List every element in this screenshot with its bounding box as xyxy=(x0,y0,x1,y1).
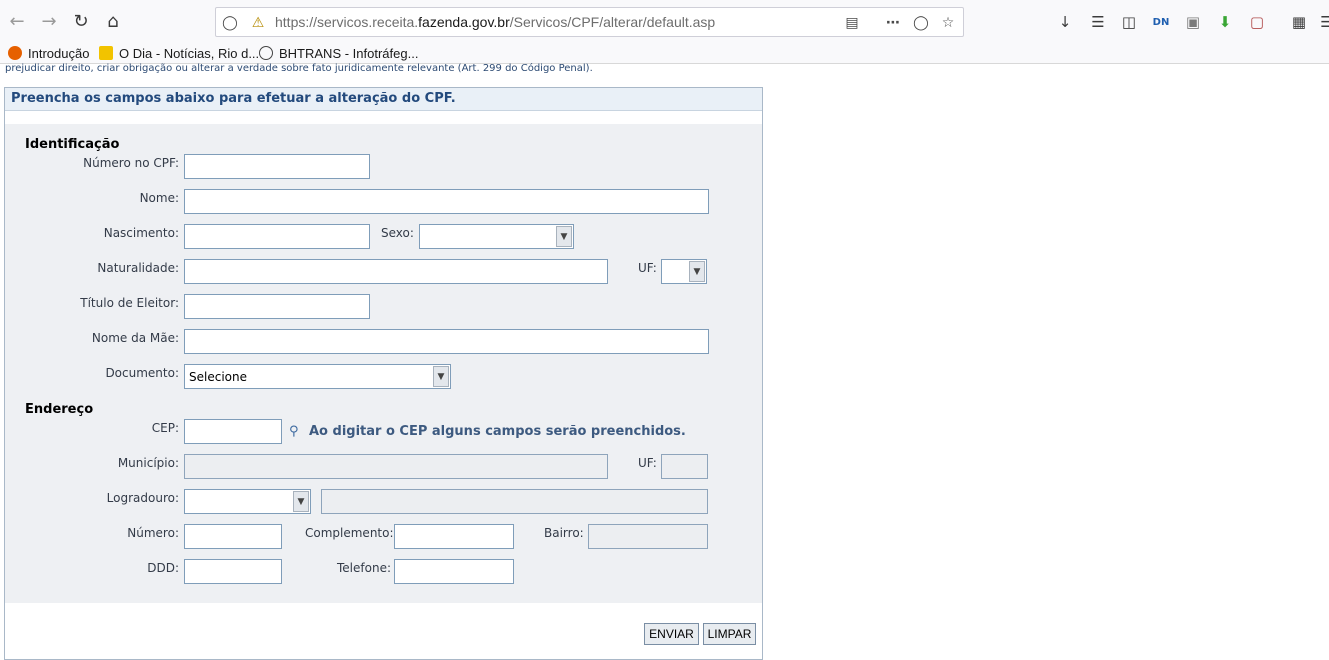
ddd-input[interactable] xyxy=(184,559,282,584)
ddd-label: DDD: xyxy=(147,561,179,575)
library-icon[interactable]: ☰ xyxy=(1087,11,1109,33)
url-text[interactable]: https://servicos.receita.fazenda.gov.br/… xyxy=(275,14,715,30)
forward-arrow-icon[interactable]: → xyxy=(36,8,62,34)
bookmark-bhtrans[interactable]: BHTRANS - Infotráfeg... xyxy=(259,44,418,62)
enviar-button[interactable]: ENVIAR xyxy=(644,623,699,645)
bookmark-star-icon[interactable]: ☆ xyxy=(938,13,958,33)
menu-icon[interactable]: ☰ xyxy=(1316,11,1329,33)
form-panel: Preencha os campos abaixo para efetuar a… xyxy=(4,87,763,660)
sidebar-icon[interactable]: ◫ xyxy=(1118,11,1140,33)
form-area: Identificação Número no CPF: Nome: Nasci… xyxy=(5,124,762,603)
sexo-label: Sexo: xyxy=(381,226,414,240)
municipio-label: Município: xyxy=(117,456,179,470)
more-actions-icon[interactable]: ⋯ xyxy=(883,13,903,33)
naturalidade-input[interactable] xyxy=(184,259,608,284)
panel-title: Preencha os campos abaixo para efetuar a… xyxy=(5,88,762,111)
numero-label: Número: xyxy=(127,526,179,540)
cpf-label: Número no CPF: xyxy=(83,156,179,170)
back-arrow-icon[interactable]: ← xyxy=(4,8,30,34)
extension-bag-icon[interactable]: ▣ xyxy=(1182,11,1204,33)
nascimento-input[interactable] xyxy=(184,224,370,249)
extension-icon[interactable]: ▢ xyxy=(1246,11,1268,33)
chevron-down-icon: ▼ xyxy=(689,261,705,282)
magnifier-icon[interactable]: ⚲ xyxy=(289,424,299,439)
complemento-label: Complemento: xyxy=(305,526,394,540)
limpar-button[interactable]: LIMPAR xyxy=(703,623,756,645)
telefone-input[interactable] xyxy=(394,559,514,584)
documento-value: Selecione xyxy=(189,370,247,384)
telefone-label: Telefone: xyxy=(337,561,391,575)
chevron-down-icon: ▼ xyxy=(556,226,572,247)
endereco-uf-input xyxy=(661,454,708,479)
naturalidade-uf-label: UF: xyxy=(638,261,657,275)
extensions-menu-icon[interactable]: ▦ xyxy=(1288,11,1310,33)
municipio-input xyxy=(184,454,608,479)
endereco-uf-label: UF: xyxy=(638,456,657,470)
shield-icon[interactable]: ◯ xyxy=(220,13,240,33)
naturalidade-label: Naturalidade: xyxy=(97,261,179,275)
cpf-input[interactable] xyxy=(184,154,370,179)
nome-mae-input[interactable] xyxy=(184,329,709,354)
reader-view-icon[interactable]: ▤ xyxy=(842,13,862,33)
download-helper-icon[interactable]: ⬇ xyxy=(1214,11,1236,33)
titulo-eleitor-label: Título de Eleitor: xyxy=(80,296,179,310)
bookmark-introducao[interactable]: Introdução xyxy=(8,44,89,62)
chevron-down-icon: ▼ xyxy=(293,491,309,512)
nome-input[interactable] xyxy=(184,189,709,214)
numero-input[interactable] xyxy=(184,524,282,549)
section-endereco: Endereço xyxy=(25,402,94,417)
bairro-input xyxy=(588,524,708,549)
insecure-lock-icon[interactable]: ⚠ xyxy=(248,13,268,33)
documento-label: Documento: xyxy=(105,366,179,380)
bookmark-label: BHTRANS - Infotráfeg... xyxy=(279,45,419,61)
section-identificacao: Identificação xyxy=(25,137,120,152)
documento-select[interactable]: Selecione ▼ xyxy=(184,364,451,389)
bairro-label: Bairro: xyxy=(544,526,584,540)
reload-icon[interactable]: ↻ xyxy=(68,8,94,34)
download-icon[interactable]: ↓ xyxy=(1054,11,1076,33)
logradouro-type-select[interactable]: ▼ xyxy=(184,489,311,514)
logradouro-input xyxy=(321,489,708,514)
cep-hint: Ao digitar o CEP alguns campos serão pre… xyxy=(309,424,686,439)
o-dia-icon xyxy=(99,46,113,60)
bookmark-o-dia[interactable]: O Dia - Notícias, Rio d... xyxy=(99,44,259,62)
home-icon[interactable]: ⌂ xyxy=(100,8,126,34)
complemento-input[interactable] xyxy=(394,524,514,549)
browser-toolbar: ← → ↻ ⌂ ◯ ⚠ https://servicos.receita.faz… xyxy=(0,0,1329,42)
naturalidade-uf-select[interactable]: ▼ xyxy=(661,259,707,284)
pocket-icon[interactable]: ◯ xyxy=(911,13,931,33)
dn-extension-icon[interactable]: DN xyxy=(1150,11,1172,33)
bookmarks-bar: Introdução O Dia - Notícias, Rio d... BH… xyxy=(0,42,1329,64)
globe-icon xyxy=(259,46,273,60)
nascimento-label: Nascimento: xyxy=(103,226,179,240)
legal-warning-text: prejudicar direito, criar obrigação ou a… xyxy=(5,63,593,74)
address-bar[interactable]: ◯ ⚠ https://servicos.receita.fazenda.gov… xyxy=(215,7,964,37)
cep-label: CEP: xyxy=(151,421,179,435)
sexo-select[interactable]: ▼ xyxy=(419,224,574,249)
nome-mae-label: Nome da Mãe: xyxy=(91,331,179,345)
titulo-eleitor-input[interactable] xyxy=(184,294,370,319)
logradouro-label: Logradouro: xyxy=(106,491,179,505)
firefox-icon xyxy=(8,46,22,60)
chevron-down-icon: ▼ xyxy=(433,366,449,387)
nome-label: Nome: xyxy=(139,191,179,205)
bookmark-label: O Dia - Notícias, Rio d... xyxy=(119,45,260,61)
cep-input[interactable] xyxy=(184,419,282,444)
bookmark-label: Introdução xyxy=(28,45,90,61)
